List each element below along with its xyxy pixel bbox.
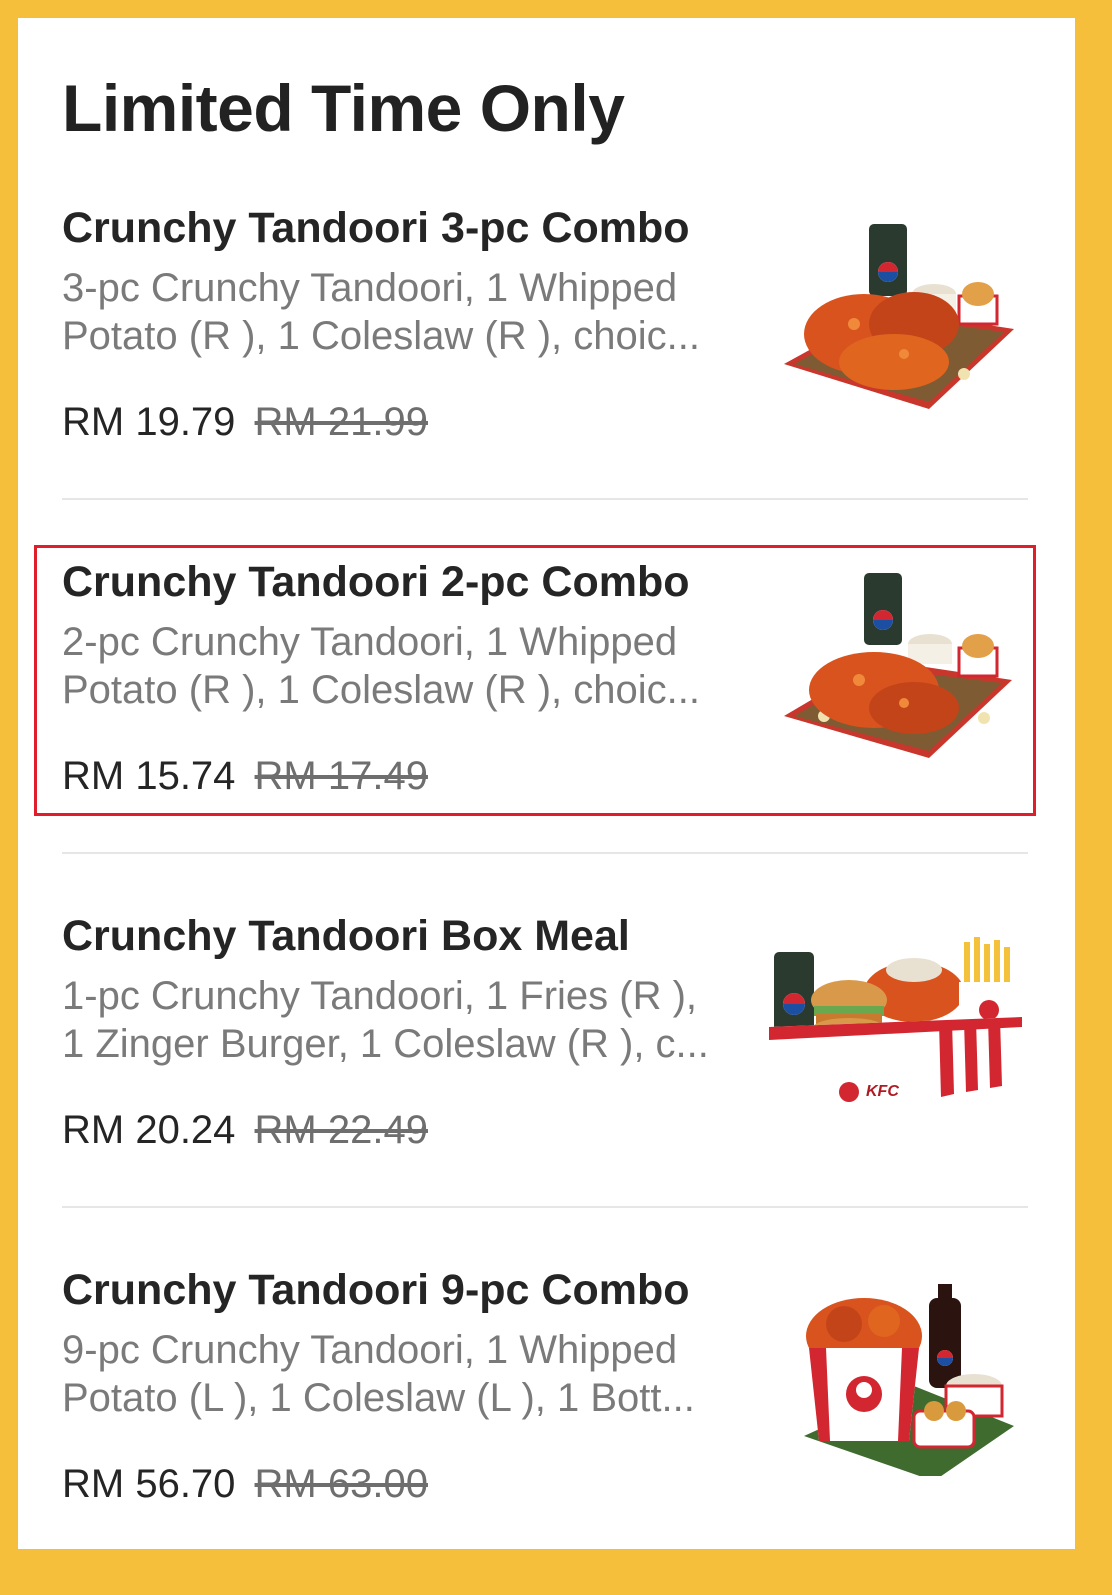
page-title: Limited Time Only: [62, 71, 625, 145]
original-price: RM 21.99: [254, 400, 428, 444]
item-description-line: 3-pc Crunchy Tandoori, 1 Whipped: [62, 266, 678, 310]
item-description: 9-pc Crunchy Tandoori, 1 Whipped Potato …: [62, 1326, 722, 1422]
item-divider: [62, 852, 1028, 854]
item-name: Crunchy Tandoori Box Meal: [62, 912, 630, 960]
item-description-line: Potato (L ), 1 Coleslaw (L ), 1 Bott...: [62, 1376, 695, 1420]
item-price: RM 19.79 RM 21.99: [62, 400, 428, 445]
selection-highlight: [34, 545, 1036, 816]
menu-panel: Limited Time Only Crunchy Tandoori 3-pc …: [18, 18, 1075, 1549]
item-price: RM 20.24 RM 22.49: [62, 1108, 428, 1153]
combo-meal-image: [784, 224, 1014, 409]
item-description: 1-pc Crunchy Tandoori, 1 Fries (R ), 1 Z…: [62, 972, 722, 1068]
menu-item-box-meal[interactable]: Crunchy Tandoori Box Meal 1-pc Crunchy T…: [18, 912, 1075, 1266]
item-divider: [62, 498, 1028, 500]
item-description: 3-pc Crunchy Tandoori, 1 Whipped Potato …: [62, 264, 722, 360]
item-divider: [62, 1206, 1028, 1208]
box-meal-image: KFC: [769, 937, 1029, 1117]
item-name: Crunchy Tandoori 9-pc Combo: [62, 1266, 690, 1314]
item-description-line: Potato (R ), 1 Coleslaw (R ), choic...: [62, 314, 700, 358]
item-description-line: 9-pc Crunchy Tandoori, 1 Whipped: [62, 1328, 678, 1372]
menu-item-9pc-combo[interactable]: Crunchy Tandoori 9-pc Combo 9-pc Crunchy…: [18, 1266, 1075, 1549]
current-price: RM 20.24: [62, 1108, 236, 1152]
item-price: RM 56.70 RM 63.00: [62, 1462, 428, 1507]
menu-item-3pc-combo[interactable]: Crunchy Tandoori 3-pc Combo 3-pc Crunchy…: [18, 204, 1075, 558]
current-price: RM 56.70: [62, 1462, 236, 1506]
original-price: RM 63.00: [254, 1462, 428, 1506]
item-description-line: 1 Zinger Burger, 1 Coleslaw (R ), c...: [62, 1022, 709, 1066]
item-description-line: 1-pc Crunchy Tandoori, 1 Fries (R ),: [62, 974, 698, 1018]
svg-text:KFC: KFC: [866, 1083, 899, 1100]
item-name: Crunchy Tandoori 3-pc Combo: [62, 204, 690, 252]
bucket-meal-image: [804, 1284, 1014, 1476]
original-price: RM 22.49: [254, 1108, 428, 1152]
current-price: RM 19.79: [62, 400, 236, 444]
